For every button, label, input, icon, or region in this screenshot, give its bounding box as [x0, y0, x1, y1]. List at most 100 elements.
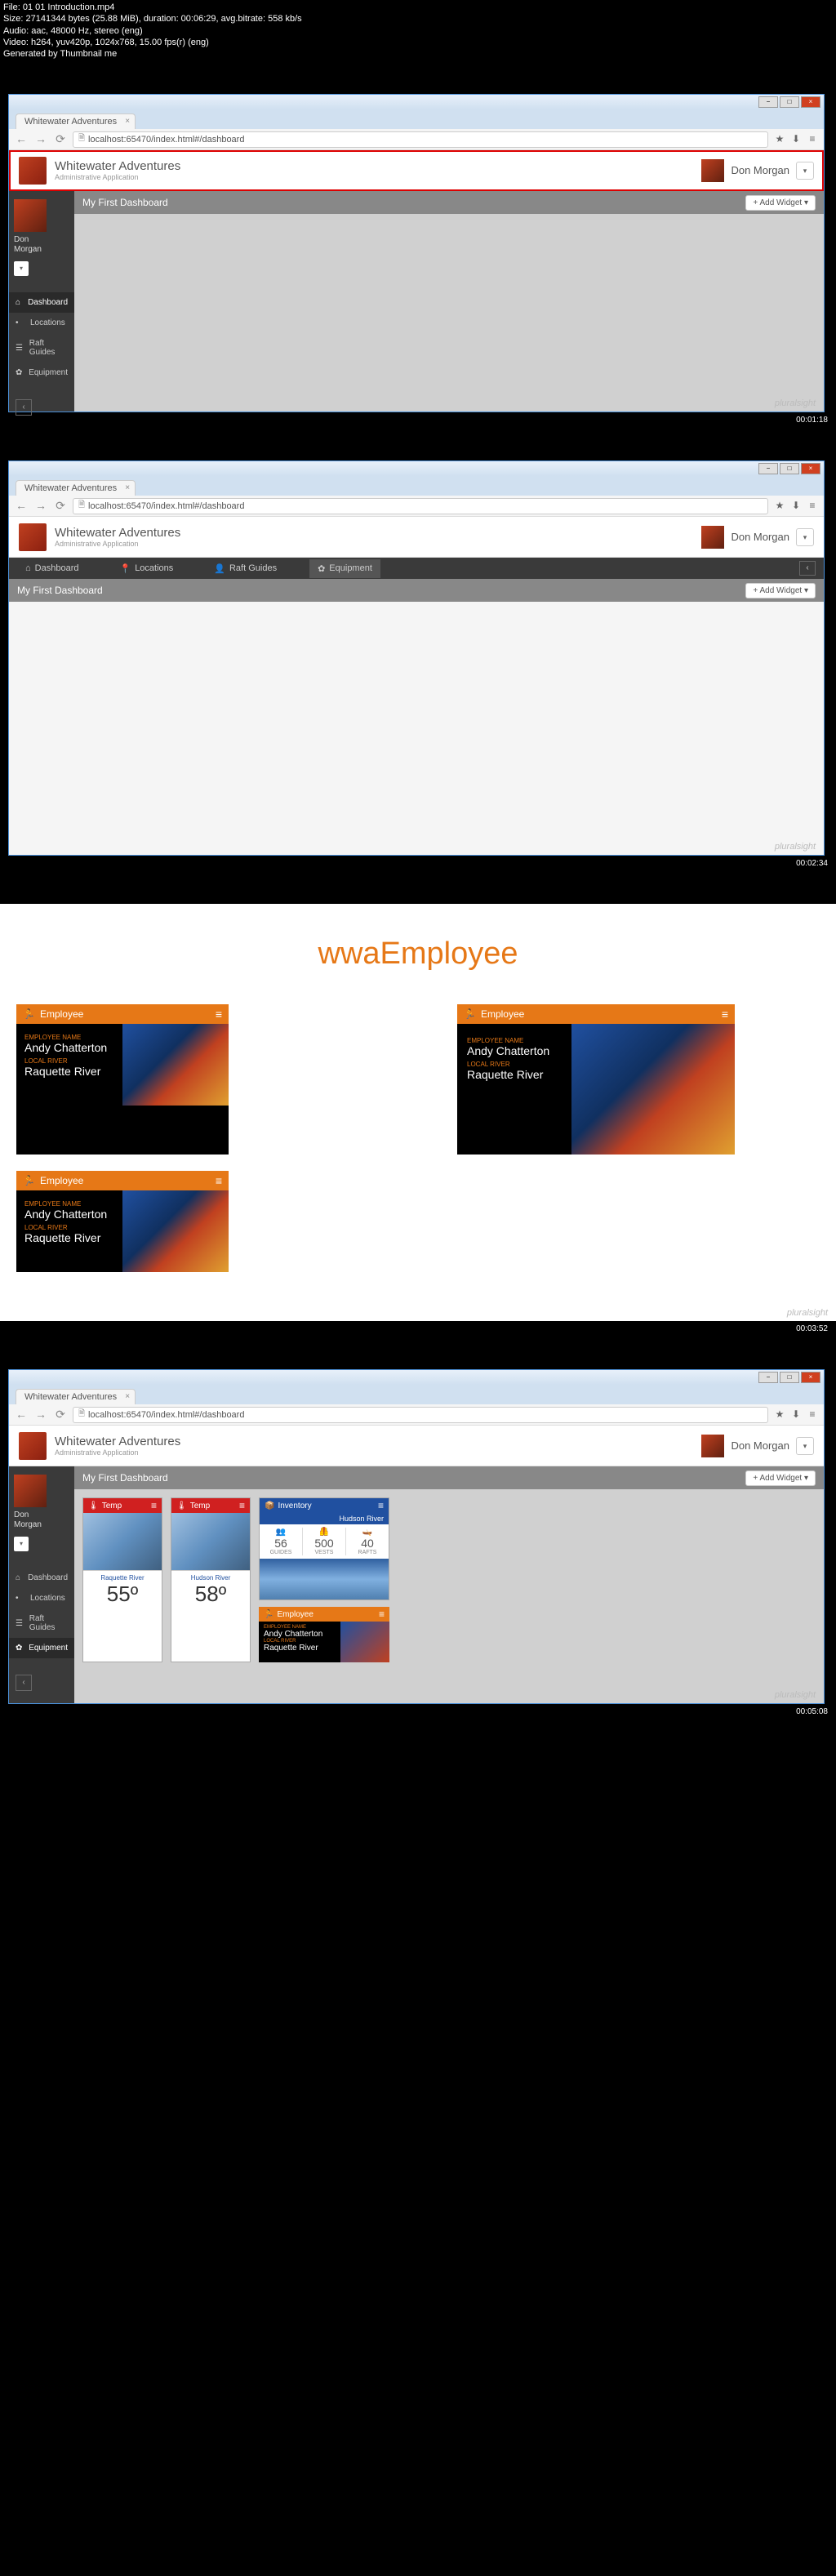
- employee-photo: [340, 1622, 389, 1662]
- hnav-item-locations[interactable]: 📍 Locations: [111, 559, 181, 578]
- add-widget-button[interactable]: + Add Widget ▾: [745, 1470, 816, 1486]
- forward-button[interactable]: →: [33, 499, 48, 514]
- home-icon: ⌂: [16, 1573, 23, 1582]
- reload-button[interactable]: ⟳: [53, 499, 68, 514]
- add-widget-button[interactable]: + Add Widget ▾: [745, 195, 816, 211]
- widget-menu-icon[interactable]: ≡: [379, 1608, 385, 1620]
- tab-close-icon[interactable]: ×: [125, 1392, 130, 1401]
- run-icon: 🏃: [23, 1008, 35, 1020]
- maximize-button[interactable]: □: [780, 463, 799, 474]
- extension-icon-2[interactable]: ⬇: [789, 133, 803, 146]
- sidebar-item-raft-guides[interactable]: ☰ Raft Guides: [9, 1608, 74, 1638]
- minimize-button[interactable]: −: [758, 96, 778, 108]
- field-label: EMPLOYEE NAME: [24, 1034, 114, 1041]
- sidebar-item-locations[interactable]: • Locations: [9, 1588, 74, 1608]
- close-button[interactable]: ×: [801, 96, 820, 108]
- maximize-button[interactable]: □: [780, 1372, 799, 1383]
- sidebar-item-equipment[interactable]: ✿ Equipment: [9, 363, 74, 383]
- card-menu-icon[interactable]: ≡: [216, 1008, 222, 1021]
- minimize-button[interactable]: −: [758, 1372, 778, 1383]
- extension-icon[interactable]: ★: [773, 500, 786, 513]
- widget-menu-icon[interactable]: ≡: [378, 1500, 384, 1511]
- tab-close-icon[interactable]: ×: [125, 483, 130, 492]
- widget-title: Employee: [277, 1610, 313, 1619]
- widget-header: 🌡 Temp ≡: [171, 1498, 250, 1513]
- hnav-item-equipment[interactable]: ✿ Equipment: [309, 559, 380, 578]
- browser-window-4: − □ × Whitewater Adventures × ← → ⟳ 🗎 lo…: [8, 1369, 825, 1704]
- hnav-item-dashboard[interactable]: ⌂ Dashboard: [17, 559, 87, 577]
- sidebar-item-raft-guides[interactable]: ☰ Raft Guides: [9, 333, 74, 363]
- watermark: pluralsight: [787, 1308, 828, 1318]
- employee-card-large: 🏃 Employee ≡ EMPLOYEE NAME Andy Chattert…: [457, 1004, 735, 1155]
- widget-menu-icon[interactable]: ≡: [151, 1500, 157, 1511]
- temp-widget-2[interactable]: 🌡 Temp ≡ Hudson River 58º: [171, 1497, 251, 1662]
- sidebar-item-equipment[interactable]: ✿ Equipment: [9, 1638, 74, 1658]
- sidebar-item-label: Raft Guides: [29, 339, 68, 357]
- list-icon: ☰: [16, 1619, 24, 1628]
- run-icon: 🏃: [464, 1008, 476, 1020]
- user-icon: 👤: [214, 563, 225, 574]
- extension-icon-2[interactable]: ⬇: [789, 1408, 803, 1421]
- menu-icon[interactable]: ≡: [806, 133, 819, 146]
- browser-tab[interactable]: Whitewater Adventures ×: [16, 113, 136, 129]
- card-menu-icon[interactable]: ≡: [722, 1008, 728, 1021]
- forward-button[interactable]: →: [33, 132, 48, 147]
- employee-name: Andy Chatterton: [24, 1041, 114, 1054]
- user-menu-button[interactable]: ▾: [796, 162, 814, 180]
- sidebar-user-menu[interactable]: ▾: [14, 1537, 29, 1551]
- widget-title: Temp: [190, 1502, 210, 1510]
- card-menu-icon[interactable]: ≡: [216, 1174, 222, 1187]
- sidebar-item-locations[interactable]: • Locations: [9, 313, 74, 333]
- menu-icon[interactable]: ≡: [806, 1408, 819, 1421]
- url-input[interactable]: 🗎 localhost:65470/index.html#/dashboard: [73, 498, 768, 514]
- sidebar-item-dashboard[interactable]: ⌂ Dashboard: [9, 1568, 74, 1588]
- menu-icon[interactable]: ≡: [806, 500, 819, 513]
- sidebar-item-label: Equipment: [29, 368, 68, 377]
- user-menu-button[interactable]: ▾: [796, 1437, 814, 1455]
- raft-icon: 🛶: [346, 1528, 389, 1537]
- extension-icon-2[interactable]: ⬇: [789, 500, 803, 513]
- widget-menu-icon[interactable]: ≡: [239, 1500, 245, 1511]
- reload-button[interactable]: ⟳: [53, 132, 68, 147]
- back-button[interactable]: ←: [14, 132, 29, 147]
- sidebar-collapse-button[interactable]: ‹: [16, 1675, 32, 1691]
- hnav-item-raft-guides[interactable]: 👤 Raft Guides: [206, 559, 285, 578]
- tab-strip: Whitewater Adventures ×: [9, 476, 824, 496]
- window-titlebar: − □ ×: [9, 461, 824, 476]
- maximize-button[interactable]: □: [780, 96, 799, 108]
- sidebar-collapse-button[interactable]: ‹: [16, 399, 32, 416]
- widget-header: 📦 Inventory ≡: [260, 1498, 389, 1513]
- temp-widget-1[interactable]: 🌡 Temp ≡ Raquette River 55º: [82, 1497, 162, 1662]
- thermo-icon: 🌡: [88, 1502, 99, 1510]
- close-button[interactable]: ×: [801, 463, 820, 474]
- dashboard-title: My First Dashboard: [82, 197, 745, 208]
- extension-icon[interactable]: ★: [773, 1408, 786, 1421]
- close-button[interactable]: ×: [801, 1372, 820, 1383]
- employee-widget[interactable]: 🏃 Employee ≡ EMPLOYEE NAME Andy Chattert…: [259, 1607, 389, 1662]
- horizontal-nav: ⌂ Dashboard 📍 Locations 👤 Raft Guides ✿ …: [9, 558, 824, 579]
- nav-collapse-button[interactable]: ‹: [799, 561, 816, 576]
- forward-button[interactable]: →: [33, 1408, 48, 1422]
- minimize-button[interactable]: −: [758, 463, 778, 474]
- user-avatar: [701, 526, 724, 549]
- url-input[interactable]: 🗎 localhost:65470/index.html#/dashboard: [73, 1407, 768, 1423]
- widget-header: 🌡 Temp ≡: [83, 1498, 162, 1513]
- employee-card-small: 🏃 Employee ≡ EMPLOYEE NAME Andy Chattert…: [16, 1004, 229, 1155]
- dashboard-title: My First Dashboard: [17, 585, 745, 596]
- back-button[interactable]: ←: [14, 1408, 29, 1422]
- sidebar-item-dashboard[interactable]: ⌂ Dashboard: [9, 292, 74, 313]
- inventory-widget[interactable]: 📦 Inventory ≡ Hudson River 👥 56 GUIDES: [259, 1497, 389, 1600]
- sidebar-item-label: Locations: [30, 318, 65, 327]
- back-button[interactable]: ←: [14, 499, 29, 514]
- sidebar-user-menu[interactable]: ▾: [14, 261, 29, 276]
- url-text: localhost:65470/index.html#/dashboard: [88, 501, 244, 511]
- user-menu-button[interactable]: ▾: [796, 528, 814, 546]
- extension-icon[interactable]: ★: [773, 133, 786, 146]
- inventory-location: Hudson River: [260, 1513, 389, 1524]
- browser-tab[interactable]: Whitewater Adventures ×: [16, 1389, 136, 1404]
- reload-button[interactable]: ⟳: [53, 1408, 68, 1422]
- url-input[interactable]: 🗎 localhost:65470/index.html#/dashboard: [73, 131, 768, 148]
- add-widget-button[interactable]: + Add Widget ▾: [745, 583, 816, 598]
- browser-tab[interactable]: Whitewater Adventures ×: [16, 480, 136, 496]
- tab-close-icon[interactable]: ×: [125, 117, 130, 126]
